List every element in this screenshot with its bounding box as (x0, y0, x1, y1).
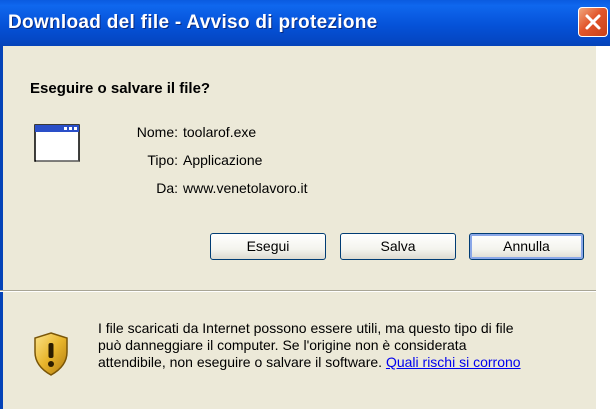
window-title: Download del file - Avviso di protezione (8, 12, 378, 33)
application-window-icon (34, 124, 80, 162)
type-value: Applicazione (183, 152, 263, 168)
cancel-button[interactable]: Annulla (469, 233, 584, 260)
close-icon (585, 14, 601, 30)
title-bar[interactable]: Download del file - Avviso di protezione (0, 0, 610, 46)
warning-line: può danneggiare il computer. Se l'origin… (98, 337, 467, 353)
window-border (0, 46, 3, 409)
warning-line-text: attendibile, non eseguire o salvare il s… (98, 354, 383, 370)
warning-line-last: attendibile, non eseguire o salvare il s… (98, 354, 594, 371)
source-label: Da: (156, 180, 178, 196)
dialog-question: Eseguire o salvare il file? (30, 80, 211, 97)
name-label: Nome: (136, 124, 178, 140)
type-label: Tipo: (147, 152, 178, 168)
download-dialog: Download del file - Avviso di protezione… (0, 0, 610, 409)
separator-highlight (0, 291, 596, 292)
security-shield-icon (34, 332, 68, 376)
warning-line: I file scaricati da Internet possono ess… (98, 320, 514, 336)
run-button[interactable]: Esegui (210, 233, 326, 260)
background-strip (596, 46, 610, 409)
name-value: toolarof.exe (183, 124, 257, 140)
source-value: www.venetolavoro.it (183, 180, 308, 196)
close-button[interactable] (578, 7, 608, 37)
risks-link[interactable]: Quali rischi si corrono (386, 354, 521, 370)
security-warning: I file scaricati da Internet possono ess… (98, 320, 594, 371)
save-button[interactable]: Salva (340, 233, 456, 260)
